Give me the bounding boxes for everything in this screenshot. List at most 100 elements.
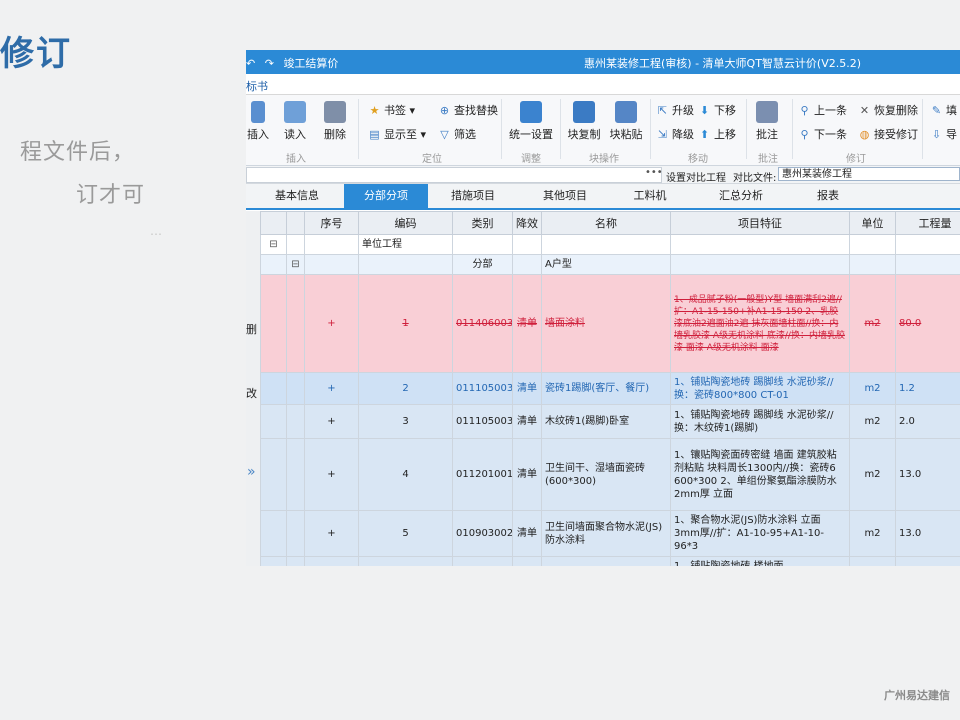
block-paste-icon — [615, 101, 637, 123]
set-compare-project-button[interactable]: 设置对比工程 — [666, 169, 726, 184]
title-bar: ↶ ↷ 竣工结算价 惠州某装修工程(审核) - 清单大师QT智慧云计价(V2.5… — [246, 50, 960, 74]
slide-text-line1: 程文件后， — [20, 140, 136, 165]
upgrade-button[interactable]: ⇱ 升级 — [656, 102, 694, 118]
arrow-down-icon: ⬇ — [699, 104, 710, 117]
col-feature[interactable]: 项目特征 — [670, 211, 850, 235]
tree-expand[interactable]: + — [304, 372, 359, 405]
undo-icon[interactable]: ↶ — [246, 57, 255, 70]
slide-mark: … — [150, 224, 162, 238]
compare-bar: ••• 设置对比工程 对比文件: 惠州某装修工程 — [246, 166, 960, 184]
group-label-block: 块操作 — [589, 154, 619, 165]
upgrade-icon: ⇱ — [657, 104, 668, 117]
col-seq[interactable]: 序号 — [304, 211, 359, 235]
filter-button[interactable]: ▽ 筛选 — [438, 126, 476, 142]
group-label-locate: 定位 — [422, 154, 442, 165]
search-next-icon: ⚲ — [800, 128, 809, 141]
col-qty[interactable]: 工程量 — [895, 211, 960, 235]
restore-delete-button[interactable]: ✕ 恢复删除 — [858, 102, 918, 118]
tab-summary[interactable]: 汇总分析 — [706, 184, 776, 208]
tab-measures[interactable]: 措施项目 — [436, 184, 510, 208]
table-row-unit-project[interactable]: ⊟ 单位工程 — [260, 234, 960, 255]
menu-item-biaoshu[interactable]: 标书 — [246, 78, 268, 94]
delete-button[interactable]: 删除 — [322, 101, 348, 142]
move-up-button[interactable]: ⬆ 上移 — [698, 126, 736, 142]
col-name[interactable]: 名称 — [541, 211, 671, 235]
tree-expand[interactable]: + — [304, 274, 359, 373]
find-replace-icon: ⊕ — [439, 104, 450, 117]
bookmark-button[interactable]: ★ 书签 ▾ — [368, 102, 415, 118]
move-down-button[interactable]: ⬇ 下移 — [698, 102, 736, 118]
table-row[interactable]: + 3 011105003002 清单 木纹砖1(踢脚)卧室 1、铺贴陶瓷地砖 … — [260, 404, 960, 439]
fill-button[interactable]: ✎ 填 — [930, 102, 957, 118]
col-type[interactable]: 类别 — [452, 211, 513, 235]
arrow-up-icon: ⬆ — [699, 128, 710, 141]
search-prev-icon: ⚲ — [800, 104, 809, 117]
col-reduce[interactable]: 降效 — [512, 211, 542, 235]
tree-expand[interactable]: + — [304, 438, 359, 511]
table-row-changed[interactable]: + 2 011105003001 清单 瓷砖1踢脚(客厅、餐厅) 1、铺贴陶瓷地… — [260, 372, 960, 405]
col-unit[interactable]: 单位 — [849, 211, 896, 235]
import-button[interactable]: ⇩ 导 — [930, 126, 957, 142]
downgrade-icon: ⇲ — [657, 128, 668, 141]
tab-reports[interactable]: 报表 — [806, 184, 850, 208]
changed-mark: 改 — [246, 387, 257, 400]
revision-mark-column: 删 改 — [246, 211, 261, 566]
quick-access-bar: ↶ ↷ 竣工结算价 — [246, 55, 344, 71]
module-tabs: 基本信息 分部分项 措施项目 其他项目 工料机 汇总分析 报表 — [246, 184, 960, 210]
block-copy-button[interactable]: 块复制 — [566, 101, 602, 142]
insert-button[interactable]: 插入 — [246, 101, 270, 142]
annotate-button[interactable]: 批注 — [752, 101, 782, 142]
insert-icon — [251, 101, 265, 123]
unified-settings-icon — [520, 101, 542, 123]
fill-icon: ✎ — [931, 104, 942, 117]
footer-brand: 广州易达建信 — [884, 689, 950, 702]
accept-revision-button[interactable]: ◍ 接受修订 — [858, 126, 918, 142]
tab-sub-items[interactable]: 分部分项 — [344, 184, 428, 208]
downgrade-button[interactable]: ⇲ 降级 — [656, 126, 694, 142]
find-replace-button[interactable]: ⊕ 查找替换 — [438, 102, 498, 118]
table-row[interactable]: 1、铺贴陶瓷地砖 楼地面 — [260, 556, 960, 566]
table-row-section[interactable]: ⊟ 分部 A户型 — [260, 254, 960, 275]
import-icon: ⇩ — [931, 128, 942, 141]
prev-item-button[interactable]: ⚲ 上一条 — [798, 102, 847, 118]
read-button[interactable]: 读入 — [282, 101, 308, 142]
group-label-annotate: 批注 — [758, 154, 778, 165]
settlement-price-button[interactable]: 竣工结算价 — [283, 57, 338, 70]
table-row[interactable]: + 4 011201001001 清单 卫生间干、湿墙面瓷砖(600*300) … — [260, 438, 960, 511]
compare-file-label: 对比文件: — [733, 173, 777, 184]
next-item-button[interactable]: ⚲ 下一条 — [798, 126, 847, 142]
table-row-deleted[interactable]: + 1 011406003001 清单 墙面涂料 1、成品腻子粉(一般型)Y型 … — [260, 274, 960, 373]
show-to-icon: ▤ — [369, 128, 380, 141]
collapse-panel-icon[interactable]: » — [247, 464, 256, 480]
group-label-move: 移动 — [688, 154, 708, 165]
table-row[interactable]: + 5 010903002001 清单 卫生间墙面聚合物水泥(JS)防水涂料 1… — [260, 510, 960, 557]
col-code[interactable]: 编码 — [358, 211, 453, 235]
delete-icon — [324, 101, 346, 123]
filter-icon: ▽ — [440, 128, 449, 141]
read-icon — [284, 101, 306, 123]
app-window: ↶ ↷ 竣工结算价 惠州某装修工程(审核) - 清单大师QT智慧云计价(V2.5… — [246, 50, 960, 566]
browse-button[interactable]: ••• — [645, 167, 663, 178]
deleted-mark: 删 — [246, 323, 257, 336]
group-label-revise: 修订 — [846, 154, 866, 165]
restore-icon: ✕ — [859, 104, 870, 117]
items-grid: 序号 编码 类别 降效 名称 项目特征 单位 工程量 ⊟ 单位工程 ⊟ 分部 A… — [260, 211, 960, 566]
block-paste-button[interactable]: 块粘贴 — [608, 101, 644, 142]
compare-file-field[interactable]: 惠州某装修工程 — [778, 167, 960, 181]
tree-expand[interactable]: + — [304, 510, 359, 557]
block-copy-icon — [573, 101, 595, 123]
tab-labor-material[interactable]: 工料机 — [620, 184, 680, 208]
show-to-button[interactable]: ▤ 显示至 ▾ — [368, 126, 426, 142]
tree-expand[interactable]: + — [304, 404, 359, 439]
slide-title: 修订 — [0, 34, 72, 74]
unified-settings-button[interactable]: 统一设置 — [508, 101, 554, 142]
ribbon-toolbar: 插入 读入 删除 插入 ★ 书签 ▾ ⊕ 查找替换 ▤ 显示至 ▾ ▽ 筛选 定位 统一… — [246, 95, 960, 166]
tree-toggle[interactable]: ⊟ — [260, 234, 287, 255]
tree-toggle[interactable]: ⊟ — [286, 254, 305, 275]
redo-icon[interactable]: ↷ — [265, 57, 274, 70]
table-header: 序号 编码 类别 降效 名称 项目特征 单位 工程量 — [260, 211, 960, 235]
window-title: 惠州某装修工程(审核) - 清单大师QT智慧云计价(V2.5.2) — [584, 57, 862, 70]
tab-other-items[interactable]: 其他项目 — [528, 184, 602, 208]
tab-basic-info[interactable]: 基本信息 — [260, 184, 334, 208]
compare-path-field[interactable] — [246, 167, 662, 183]
